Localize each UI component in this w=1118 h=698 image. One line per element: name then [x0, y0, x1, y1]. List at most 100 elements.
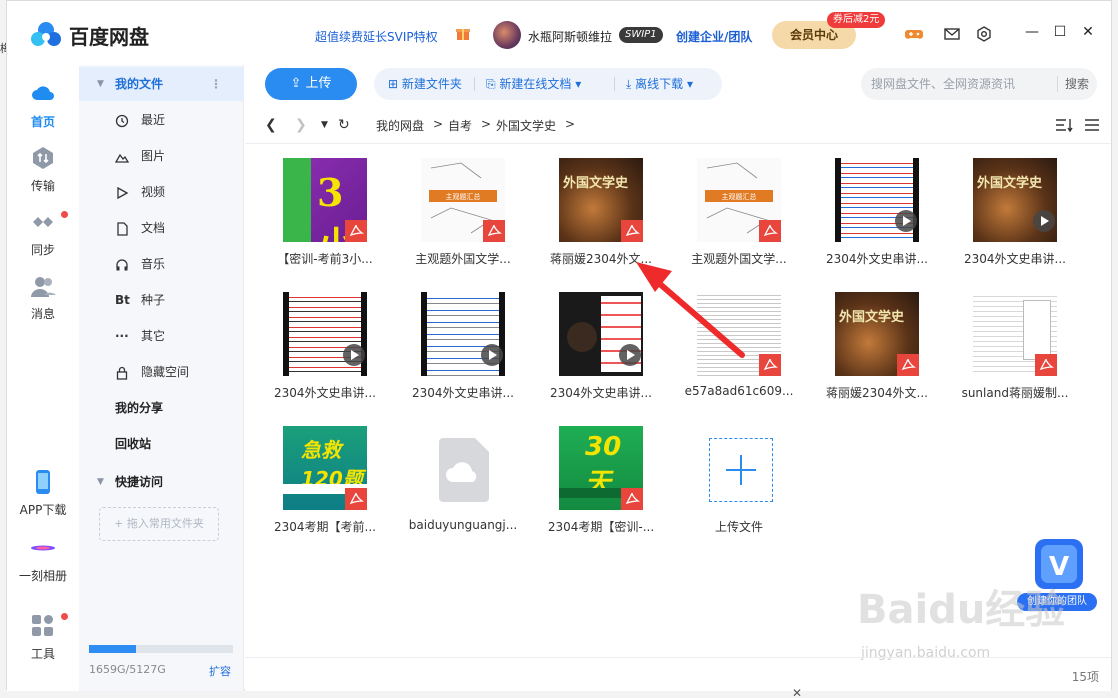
sidebar-item-torrents[interactable]: Bt 种子	[79, 283, 244, 317]
file-item[interactable]: 2304外文史串讲...	[403, 292, 523, 412]
file-item[interactable]: e57a8ad61c609...	[679, 292, 799, 412]
file-thumbnail: 30天	[559, 426, 643, 510]
sidebar-recycle-bin[interactable]: 回收站	[79, 427, 244, 461]
username[interactable]: 水瓶阿斯顿维拉	[528, 28, 612, 45]
sidebar-item-documents[interactable]: 文档	[79, 211, 244, 245]
rail-item-messages[interactable]: 消息	[7, 273, 79, 322]
file-item[interactable]: 主观题汇总 主观题外国文学...	[403, 158, 523, 278]
sidebar: ▼ 我的文件 ⋮ 最近 图片 视频 文档 音乐 Bt 种子 ··· 其它 隐藏空…	[79, 65, 244, 691]
file-item[interactable]: 2304外文史串讲...	[265, 292, 385, 412]
rail-item-home[interactable]: 首页	[7, 81, 79, 130]
dropdown-arrow-icon: ▾	[571, 77, 582, 91]
toolbar-actions: ⊞ 新建文件夹 ⎘ 新建在线文档 ▾ ⤓ 离线下载 ▾	[374, 68, 722, 100]
storage-quota-text: 1659G/5127G	[89, 663, 166, 676]
rail-item-app-download[interactable]: APP下载	[7, 469, 79, 518]
close-button[interactable]: ✕	[1079, 23, 1097, 41]
quick-access-drop-zone[interactable]: + 拖入常用文件夹	[99, 507, 219, 541]
file-thumbnail: 外国文学史	[835, 292, 919, 376]
search-button[interactable]: 搜索	[1065, 68, 1089, 100]
rail-item-transfer[interactable]: 传输	[7, 145, 79, 194]
file-item[interactable]: 主观题汇总 主观题外国文学...	[679, 158, 799, 278]
create-enterprise-link[interactable]: 创建企业/团队	[676, 28, 752, 45]
history-dropdown-icon[interactable]: ▼	[321, 120, 328, 130]
file-name: 2304考期【密训-...	[547, 520, 655, 534]
search-divider	[1057, 76, 1058, 92]
file-item[interactable]: 3小时 【密训-考前3小...	[265, 158, 385, 278]
toolbar-separator	[474, 77, 475, 91]
rail-item-sync[interactable]: 同步	[7, 209, 79, 258]
breadcrumb-separator-icon: >	[433, 117, 444, 131]
upload-button[interactable]: ⇪ 上传	[265, 68, 357, 100]
file-item[interactable]: 30天 2304考期【密训-...	[541, 426, 661, 546]
file-name: 2304外文史串讲...	[412, 386, 514, 400]
sort-icon[interactable]	[1055, 117, 1073, 133]
new-online-doc-button[interactable]: ⎘ 新建在线文档 ▾	[486, 68, 581, 100]
forward-arrow-icon[interactable]: ❯	[295, 117, 307, 133]
gift-icon[interactable]	[455, 25, 471, 41]
grid-view-icon[interactable]	[1083, 117, 1101, 133]
status-bar: 15项	[245, 657, 1111, 691]
upload-file-tile[interactable]: 上传文件	[679, 426, 799, 546]
sidebar-item-videos[interactable]: 视频	[79, 175, 244, 209]
left-rail: 首页 传输 同步 消息 APP下载 一刻相册 工具	[7, 65, 79, 691]
breadcrumb-item[interactable]: 自考	[448, 117, 472, 134]
sidebar-item-recent[interactable]: 最近	[79, 103, 244, 137]
svip-renew-link[interactable]: 超值续费延长SVIP特权	[315, 28, 438, 45]
sidebar-item-music[interactable]: 音乐	[79, 247, 244, 281]
image-icon	[115, 153, 129, 163]
rail-label: APP下载	[19, 503, 67, 517]
rail-label: 传输	[30, 179, 55, 193]
breadcrumb-item[interactable]: 我的网盘	[376, 117, 424, 134]
app-title: 百度网盘	[69, 25, 149, 49]
file-item[interactable]: 外国文学史 蒋丽媛2304外文...	[541, 158, 661, 278]
file-name: 蒋丽媛2304外文...	[826, 386, 928, 400]
offline-download-button[interactable]: ⤓ 离线下载 ▾	[626, 68, 693, 100]
file-item[interactable]: 2304外文史串讲...	[541, 292, 661, 412]
rail-item-album[interactable]: 一刻相册	[7, 535, 79, 584]
sidebar-quick-access[interactable]: ▼ 快捷访问	[79, 465, 244, 499]
sidebar-item-label: 视频	[141, 185, 166, 199]
mail-icon[interactable]	[943, 26, 961, 42]
maximize-button[interactable]: ☐	[1051, 23, 1069, 41]
minimize-button[interactable]: —	[1023, 23, 1041, 41]
refresh-icon[interactable]: ↻	[338, 117, 350, 133]
file-item[interactable]: 外国文学史 2304外文史串讲...	[955, 158, 1075, 278]
back-arrow-icon[interactable]: ❮	[265, 117, 277, 133]
search-input[interactable]	[871, 74, 1047, 94]
breadcrumb-item[interactable]: 外国文学史	[496, 117, 556, 134]
item-count: 15项	[1071, 670, 1099, 684]
game-controller-icon[interactable]	[905, 26, 923, 42]
settings-gear-icon[interactable]	[975, 26, 993, 42]
sidebar-item-images[interactable]: 图片	[79, 139, 244, 173]
rail-item-tools[interactable]: 工具	[7, 613, 79, 662]
pdf-icon	[1035, 354, 1057, 376]
new-folder-label: 新建文件夹	[401, 77, 462, 91]
file-thumbnail	[835, 158, 919, 242]
more-options-icon[interactable]: ⋮	[210, 67, 222, 101]
sidebar-item-hidden-space[interactable]: 隐藏空间	[79, 355, 244, 389]
file-item[interactable]: 外国文学史 蒋丽媛2304外文...	[817, 292, 937, 412]
sidebar-my-files[interactable]: ▼ 我的文件 ⋮	[79, 67, 244, 101]
file-thumbnail: 主观题汇总	[421, 158, 505, 242]
cover-art: 外国文学史	[839, 310, 905, 325]
upload-label: 上传	[305, 76, 332, 91]
rail-label: 一刻相册	[18, 569, 67, 583]
user-avatar[interactable]	[493, 21, 521, 49]
document-icon	[117, 222, 128, 236]
file-name: 【密训-考前3小...	[277, 252, 373, 266]
pdf-icon	[897, 354, 919, 376]
expand-storage-link[interactable]: 扩容	[209, 663, 231, 679]
sidebar-item-other[interactable]: ··· 其它	[79, 319, 244, 353]
phone-icon	[36, 470, 50, 494]
new-folder-button[interactable]: ⊞ 新建文件夹	[388, 68, 462, 100]
sidebar-my-share[interactable]: 我的分享	[79, 391, 244, 425]
messages-icon	[31, 277, 56, 297]
file-item[interactable]: 2304外文史串讲...	[817, 158, 937, 278]
file-item[interactable]: sunland蒋丽媛制...	[955, 292, 1075, 412]
file-item[interactable]: 急救120题 2304考期【考前...	[265, 426, 385, 546]
file-item[interactable]: baiduyunguangj...	[403, 426, 523, 546]
upload-file-label: 上传文件	[714, 520, 763, 534]
file-name: 2304外文史串讲...	[964, 252, 1066, 266]
close-icon[interactable]: ✕	[792, 686, 802, 698]
svip-level-badge: SWIP1	[619, 27, 663, 43]
